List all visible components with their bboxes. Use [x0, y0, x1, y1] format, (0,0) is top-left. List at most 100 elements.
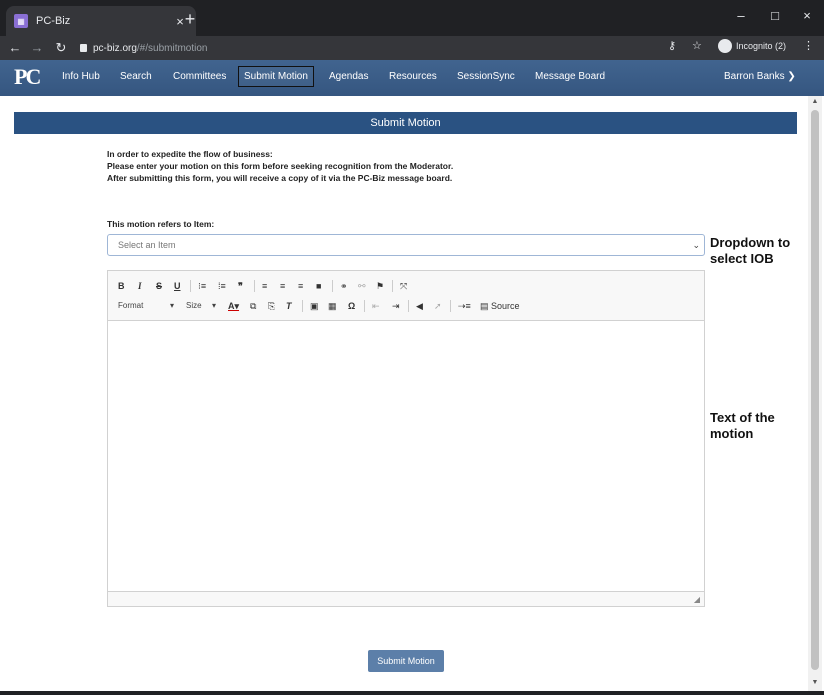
window-bottom-edge: [0, 691, 824, 695]
browser-menu-icon[interactable]: ⋮: [803, 39, 814, 52]
nav-message-board[interactable]: Message Board: [535, 71, 605, 82]
item-select[interactable]: Select an Item ⌄: [107, 234, 705, 256]
intro-line-1: In order to expedite the flow of busines…: [107, 149, 273, 159]
size-dropdown[interactable]: Size ▾: [186, 299, 224, 313]
reload-icon[interactable]: ↻: [52, 40, 70, 56]
italic-icon[interactable]: I: [138, 279, 142, 293]
scroll-thumb[interactable]: [811, 110, 819, 670]
annotation-dropdown-line-2: select IOB: [710, 251, 774, 266]
unlink-icon[interactable]: ⚯: [358, 279, 366, 293]
copy-icon[interactable]: ⧉: [250, 299, 256, 313]
scroll-down-icon[interactable]: ▼: [811, 679, 819, 686]
page-scrollbar[interactable]: ▲ ▼: [808, 96, 822, 691]
link-icon[interactable]: ⚭: [340, 279, 348, 293]
chevron-down-icon: ⌄: [692, 240, 700, 250]
forward-arrow-icon[interactable]: →: [28, 40, 46, 55]
key-icon[interactable]: ⚷: [668, 39, 676, 52]
intro-text: In order to expedite the flow of busines…: [107, 148, 453, 184]
outdent-icon[interactable]: ⇤: [372, 299, 380, 313]
toolbar-separator: [364, 300, 365, 312]
image-icon[interactable]: ▣: [310, 299, 319, 313]
maximize-button[interactable]: □: [765, 8, 785, 23]
browser-tab[interactable]: ▦ PC-Biz ×: [6, 6, 196, 36]
motion-text-area[interactable]: [108, 321, 704, 591]
size-label: Size: [186, 301, 202, 310]
table-icon[interactable]: ▦: [328, 299, 337, 313]
site-navbar: PC Info Hub Search Committees Submit Mot…: [0, 60, 824, 96]
toolbar-separator: [302, 300, 303, 312]
annotation-text-line-2: motion: [710, 426, 754, 441]
intro-line-3: After submitting this form, you will rec…: [107, 173, 453, 183]
special-char-icon[interactable]: Ω: [348, 299, 355, 313]
source-doc-icon: ▤: [480, 301, 489, 311]
justify-icon[interactable]: ■: [316, 279, 321, 293]
format-dropdown[interactable]: Format ▾: [118, 299, 178, 313]
pc-biz-logo[interactable]: PC: [14, 64, 50, 92]
strikethrough-icon[interactable]: S: [156, 279, 162, 293]
nav-sessionsync[interactable]: SessionSync: [457, 71, 515, 82]
align-left-icon[interactable]: ≡: [262, 279, 267, 293]
text-color-icon[interactable]: A▾: [228, 299, 239, 313]
indent-icon[interactable]: ⇥: [392, 299, 400, 313]
lock-icon: [80, 44, 87, 52]
remove-format-icon[interactable]: T: [286, 299, 292, 313]
submit-motion-button[interactable]: Submit Motion: [368, 650, 444, 672]
editor-toolbar: B I S U ⁝≡ ⁞≡ ❞ ≡ ≡ ≡ ■ ⚭ ⚯ ⚑ ⤧ Format ▾ …: [108, 271, 704, 321]
align-center-icon[interactable]: ≡: [280, 279, 285, 293]
maximize-icon[interactable]: ⤧: [400, 279, 407, 293]
nav-committees[interactable]: Committees: [173, 71, 226, 82]
underline-icon[interactable]: U: [174, 279, 181, 293]
page-title: Submit Motion: [14, 112, 797, 134]
browser-toolbar: ← → ↻ pc-biz.org/#/submitmotion ⚷ ☆ Inco…: [0, 36, 824, 60]
undo-icon[interactable]: ◀: [416, 299, 423, 313]
redo-icon[interactable]: ➚: [434, 299, 442, 313]
nav-resources[interactable]: Resources: [389, 71, 437, 82]
align-right-icon[interactable]: ≡: [298, 279, 303, 293]
toolbar-separator: [408, 300, 409, 312]
browser-tabstrip: ▦ PC-Biz × + – □ ×: [0, 0, 824, 36]
annotation-text-line-1: Text of the: [710, 410, 775, 425]
source-label: Source: [491, 301, 520, 311]
toolbar-separator: [190, 280, 191, 292]
star-icon[interactable]: ☆: [692, 39, 702, 52]
direction-icon[interactable]: ⇢≡: [458, 299, 471, 313]
url-path: /#/submitmotion: [136, 42, 208, 54]
item-select-label: This motion refers to Item:: [107, 219, 215, 229]
annotation-dropdown-line-1: Dropdown to: [710, 235, 791, 250]
new-tab-button[interactable]: +: [180, 9, 200, 30]
annotation-text: Text of the motion: [710, 410, 775, 442]
annotation-dropdown: Dropdown to select IOB: [710, 235, 790, 267]
close-window-button[interactable]: ×: [797, 8, 817, 23]
toolbar-separator: [392, 280, 393, 292]
toolbar-separator: [332, 280, 333, 292]
incognito-indicator[interactable]: Incognito (2): [718, 39, 786, 53]
incognito-icon: [718, 39, 732, 53]
numbered-list-icon[interactable]: ⁝≡: [198, 279, 206, 293]
url-host: pc-biz.org: [93, 42, 137, 54]
blockquote-icon[interactable]: ❞: [238, 279, 243, 293]
incognito-label: Incognito (2): [736, 41, 787, 51]
source-button[interactable]: ▤ Source: [480, 299, 520, 313]
nav-agendas[interactable]: Agendas: [329, 71, 368, 82]
toolbar-separator: [254, 280, 255, 292]
bold-icon[interactable]: B: [118, 279, 125, 293]
nav-info-hub[interactable]: Info Hub: [62, 71, 100, 82]
paste-icon[interactable]: ⎘: [268, 299, 275, 313]
format-label: Format: [118, 301, 144, 310]
item-select-placeholder: Select an Item: [118, 240, 176, 250]
back-arrow-icon[interactable]: ←: [6, 40, 24, 55]
bulleted-list-icon[interactable]: ⁞≡: [218, 279, 226, 293]
intro-line-2: Please enter your motion on this form be…: [107, 161, 454, 171]
minimize-button[interactable]: –: [731, 8, 751, 23]
nav-search[interactable]: Search: [120, 71, 152, 82]
anchor-flag-icon[interactable]: ⚑: [376, 279, 384, 293]
editor-footer: ◢: [108, 591, 704, 606]
tab-title: PC-Biz: [36, 15, 71, 27]
site-favicon-icon: ▦: [14, 14, 28, 28]
address-bar[interactable]: pc-biz.org/#/submitmotion: [80, 38, 660, 58]
resize-handle-icon[interactable]: ◢: [694, 595, 700, 604]
user-menu[interactable]: Barron Banks ❯: [724, 71, 796, 82]
nav-submit-motion[interactable]: Submit Motion: [238, 66, 314, 87]
scroll-up-icon[interactable]: ▲: [811, 98, 819, 105]
caret-down-icon: ▾: [212, 301, 217, 310]
